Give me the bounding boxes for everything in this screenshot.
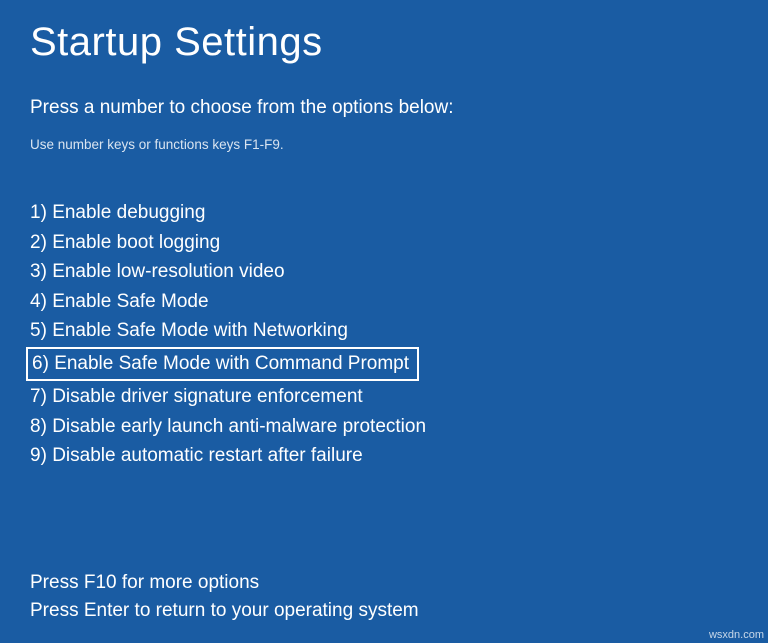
footer: Press F10 for more options Press Enter t… <box>30 569 738 625</box>
hint-text: Use number keys or functions keys F1-F9. <box>30 137 738 152</box>
more-options-text: Press F10 for more options <box>30 569 738 597</box>
option-label: Enable Safe Mode <box>52 291 208 312</box>
startup-settings-screen: Startup Settings Press a number to choos… <box>0 0 768 625</box>
return-text: Press Enter to return to your operating … <box>30 597 738 625</box>
option-label: Disable driver signature enforcement <box>52 386 363 407</box>
option-label: Enable debugging <box>52 202 205 223</box>
option-7[interactable]: 7) Disable driver signature enforcement <box>30 382 738 412</box>
option-label: Disable early launch anti-malware protec… <box>52 416 426 437</box>
page-title: Startup Settings <box>30 20 738 65</box>
watermark: wsxdn.com <box>709 629 764 641</box>
option-5[interactable]: 5) Enable Safe Mode with Networking <box>30 316 738 346</box>
option-number: 7 <box>30 386 41 407</box>
option-number: 4 <box>30 291 41 312</box>
option-number: 9 <box>30 445 41 466</box>
option-8[interactable]: 8) Disable early launch anti-malware pro… <box>30 412 738 442</box>
option-3[interactable]: 3) Enable low-resolution video <box>30 257 738 287</box>
option-label: Disable automatic restart after failure <box>52 445 362 466</box>
options-list: 1) Enable debugging 2) Enable boot loggi… <box>30 198 738 471</box>
option-6[interactable]: 6) Enable Safe Mode with Command Prompt <box>30 346 738 383</box>
instruction-text: Press a number to choose from the option… <box>30 97 738 119</box>
option-number: 2 <box>30 232 41 253</box>
option-1[interactable]: 1) Enable debugging <box>30 198 738 228</box>
option-label: Enable Safe Mode with Networking <box>52 320 348 341</box>
option-number: 3 <box>30 261 41 282</box>
option-number: 1 <box>30 202 41 223</box>
option-label: Enable Safe Mode with Command Prompt <box>54 353 409 374</box>
option-label: Enable low-resolution video <box>52 261 284 282</box>
option-9[interactable]: 9) Disable automatic restart after failu… <box>30 441 738 471</box>
option-number: 6 <box>32 353 43 374</box>
option-number: 5 <box>30 320 41 341</box>
option-4[interactable]: 4) Enable Safe Mode <box>30 287 738 317</box>
option-label: Enable boot logging <box>52 232 220 253</box>
option-number: 8 <box>30 416 41 437</box>
option-2[interactable]: 2) Enable boot logging <box>30 228 738 258</box>
